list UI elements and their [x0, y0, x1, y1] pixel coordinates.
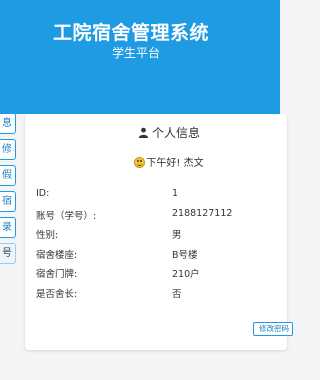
sidebar-item-info[interactable]: 息	[0, 113, 16, 134]
greeting-text: 下午好! 杰文	[146, 158, 204, 169]
sidebar-item-account[interactable]: 号	[0, 243, 16, 264]
app-subtitle: 学生平台	[112, 46, 161, 60]
field-row: ID: 1	[36, 188, 276, 208]
app-header: 工院宿舍管理系统 学生平台	[0, 0, 280, 114]
field-label: 宿舍楼座:	[36, 249, 78, 261]
user-icon	[138, 127, 149, 138]
greeting: 下午好! 杰文	[25, 154, 287, 169]
profile-card: 个人信息 下午好! 杰文 ID: 1 账号（学号）: 2188127112 性别…	[25, 114, 293, 350]
field-row: 性别: 男	[36, 227, 276, 247]
field-value: 否	[172, 288, 182, 300]
sidebar-item-leave[interactable]: 假	[0, 165, 16, 186]
field-value: 2188127112	[172, 207, 233, 219]
profile-fields: ID: 1 账号（学号）: 2188127112 性别: 男 宿舍楼座: B号楼…	[36, 188, 276, 305]
field-label: 性别:	[36, 230, 59, 241]
smile-icon	[134, 157, 146, 168]
app-title: 工院宿舍管理系统	[53, 22, 210, 44]
field-row: 账号（学号）: 2188127112	[36, 208, 276, 228]
sidebar-item-repair[interactable]: 修	[0, 139, 16, 160]
field-label: 是否舍长:	[36, 288, 78, 300]
change-password-button[interactable]: 修改密码	[253, 322, 293, 336]
field-value: 男	[172, 230, 182, 241]
field-row: 宿舍楼座: B号楼	[36, 247, 276, 267]
field-row: 是否舍长: 否	[36, 286, 276, 306]
card-title-text: 个人信息	[151, 126, 200, 140]
sidebar-item-record[interactable]: 录	[0, 217, 16, 238]
field-label: ID:	[36, 188, 50, 199]
field-value: 1	[172, 188, 179, 199]
field-row: 宿舍门牌: 210户	[36, 266, 276, 286]
field-value: B号楼	[172, 249, 198, 261]
card-title: 个人信息	[25, 124, 287, 141]
field-label: 宿舍门牌:	[36, 269, 78, 280]
field-label: 账号（学号）:	[36, 210, 97, 222]
sidebar-item-dorm[interactable]: 宿	[0, 191, 16, 212]
field-value: 210户	[172, 269, 200, 280]
